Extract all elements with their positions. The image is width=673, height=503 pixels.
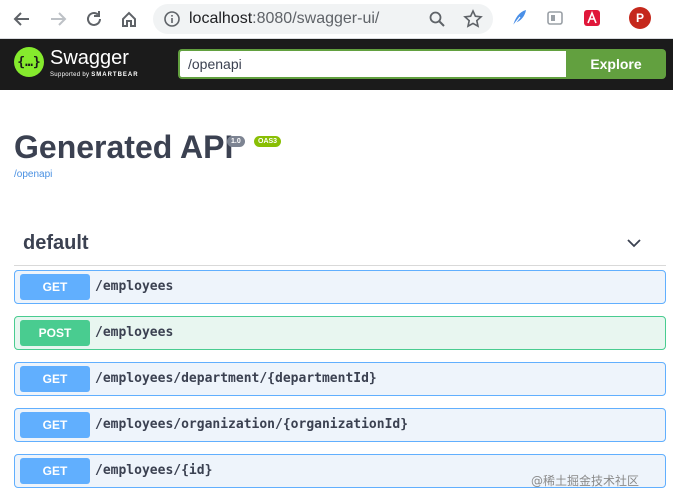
- operation-get-employees[interactable]: GET /employees: [14, 270, 666, 304]
- brand-sub-prefix: Supported by: [50, 72, 90, 78]
- explore-button[interactable]: Explore: [566, 49, 666, 79]
- method-badge: GET: [20, 458, 90, 484]
- address-bar[interactable]: localhost:8080/swagger-ui/: [153, 4, 493, 34]
- spec-link[interactable]: /openapi: [14, 169, 52, 180]
- home-icon[interactable]: [117, 7, 141, 31]
- acrobat-extension-icon[interactable]: [582, 8, 602, 28]
- oas-badge: OAS3: [254, 136, 282, 147]
- info-icon[interactable]: [163, 10, 181, 28]
- swagger-brand-sub: Supported by SMARTBEAR: [50, 72, 139, 78]
- operation-path: /employees: [95, 279, 174, 294]
- forward-arrow-icon[interactable]: [46, 7, 70, 31]
- reader-extension-icon[interactable]: [545, 8, 565, 28]
- browser-toolbar: localhost:8080/swagger-ui/ P: [0, 0, 673, 39]
- reload-icon[interactable]: [82, 7, 106, 31]
- operation-path: /employees/{id}: [95, 463, 213, 478]
- operation-get-by-department[interactable]: GET /employees/department/{departmentId}: [14, 362, 666, 396]
- api-title: Generated API: [14, 129, 234, 165]
- tag-section-header[interactable]: default: [14, 225, 666, 266]
- swagger-brand-name: Swagger: [50, 47, 129, 69]
- operation-path: /employees/organization/{organizationId}: [95, 417, 409, 432]
- operation-post-employees[interactable]: POST /employees: [14, 316, 666, 350]
- brand-sub-name: SMARTBEAR: [91, 72, 139, 78]
- zoom-icon[interactable]: [428, 10, 446, 28]
- back-arrow-icon[interactable]: [10, 7, 34, 31]
- profile-avatar[interactable]: P: [629, 7, 651, 29]
- chevron-down-icon[interactable]: [626, 235, 642, 251]
- bookmark-star-icon[interactable]: [463, 9, 483, 29]
- url-path: :8080/swagger-ui/: [252, 10, 380, 27]
- operation-get-by-organization[interactable]: GET /employees/organization/{organizatio…: [14, 408, 666, 442]
- swagger-logo-icon: {…}: [14, 47, 44, 77]
- method-badge: GET: [20, 412, 90, 438]
- method-badge: POST: [20, 320, 90, 346]
- url-host: localhost: [189, 10, 253, 27]
- watermark: @稀土掘金技术社区: [531, 474, 640, 488]
- method-badge: GET: [20, 274, 90, 300]
- tag-name: default: [23, 232, 89, 254]
- feather-extension-icon[interactable]: [509, 8, 529, 28]
- url-text: localhost:8080/swagger-ui/: [189, 10, 379, 28]
- version-badge: 1.0: [227, 136, 245, 147]
- operation-path: /employees/department/{departmentId}: [95, 371, 377, 386]
- method-badge: GET: [20, 366, 90, 392]
- spec-url-input[interactable]: [178, 49, 566, 79]
- operation-path: /employees: [95, 325, 174, 340]
